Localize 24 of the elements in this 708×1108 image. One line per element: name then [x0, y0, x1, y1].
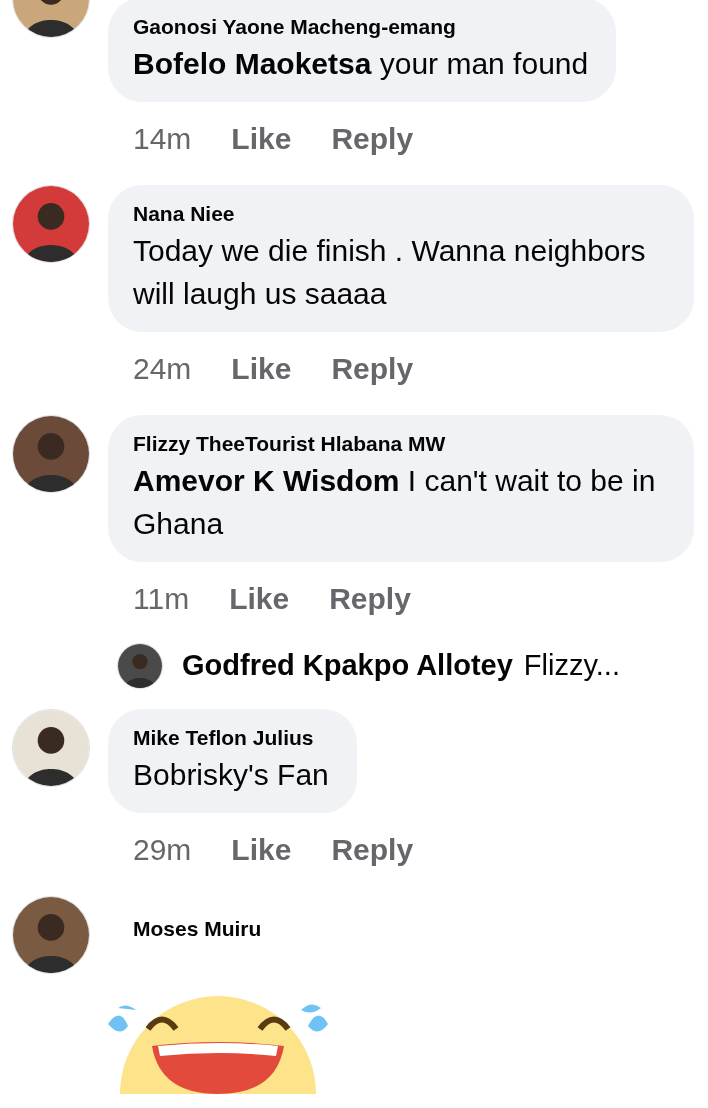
comment-text: Amevor K Wisdom I can't wait to be in Ghana — [133, 463, 657, 542]
reply-snippet[interactable]: Flizzy... — [523, 644, 620, 688]
like-link[interactable]: Like — [229, 575, 290, 621]
comment-text: Today we die finish . Wanna neighbors will laugh us saaaa — [133, 233, 647, 312]
reply-link[interactable]: Reply — [331, 115, 414, 161]
comment-author[interactable]: Mike Teflon Julius — [133, 723, 329, 753]
like-link[interactable]: Like — [231, 345, 292, 391]
comment-time: 24m — [133, 350, 192, 387]
avatar-icon[interactable] — [117, 643, 163, 689]
comment-time: 29m — [133, 831, 192, 868]
comment-time: 11m — [133, 580, 190, 617]
comment-text: Bobrisky's Fan — [133, 757, 329, 793]
comment-text: Bofelo Maoketsa your man found — [133, 46, 589, 82]
like-link[interactable]: Like — [231, 115, 292, 161]
comment-author[interactable]: Moses Muiru — [133, 914, 262, 944]
comment-time: 14m — [133, 120, 192, 157]
comment-author[interactable]: Gaonosi Yaone Macheng-emang — [133, 12, 589, 42]
reply-link[interactable]: Reply — [329, 575, 411, 621]
reply-link[interactable]: Reply — [331, 826, 414, 872]
comment-author[interactable]: Flizzy TheeTourist Hlabana MW — [133, 429, 666, 459]
like-link[interactable]: Like — [231, 826, 292, 872]
reply-author[interactable]: Godfred Kpakpo Allotey — [182, 644, 513, 688]
comment-author[interactable]: Nana Niee — [133, 199, 666, 229]
reply-link[interactable]: Reply — [331, 345, 414, 391]
